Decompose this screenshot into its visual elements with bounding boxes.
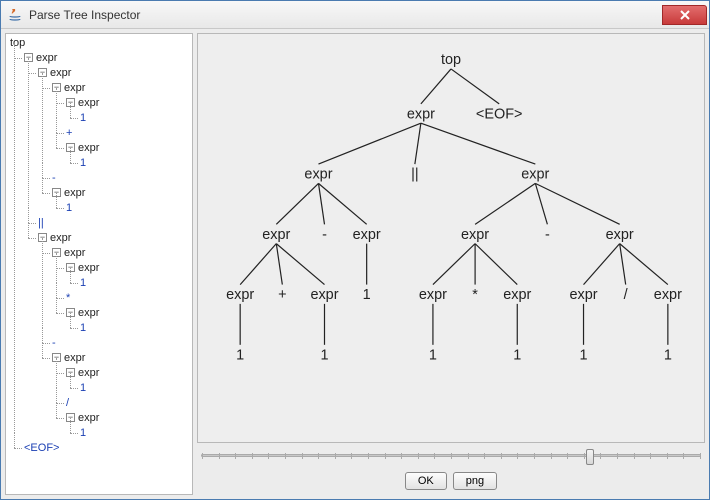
- tree-leaf[interactable]: -: [52, 336, 188, 351]
- tree-leaf[interactable]: +: [66, 126, 188, 141]
- svg-text:1: 1: [513, 347, 521, 363]
- svg-text:-: -: [545, 227, 550, 243]
- tree-node-expr[interactable]: −expr −expr 1 *: [52, 246, 188, 336]
- svg-text:expr: expr: [353, 227, 381, 243]
- tree-leaf[interactable]: 1: [80, 426, 188, 441]
- tree-leaf[interactable]: 1: [80, 156, 188, 171]
- tree-leaf[interactable]: *: [66, 291, 188, 306]
- tree-node-expr[interactable]: −expr 1: [66, 411, 188, 441]
- content-area: top −expr −expr −expr: [1, 29, 709, 499]
- svg-text:expr: expr: [310, 287, 338, 303]
- svg-text:expr: expr: [304, 167, 332, 183]
- tree-node-top[interactable]: top −expr −expr −expr: [10, 36, 188, 456]
- svg-text:expr: expr: [654, 287, 682, 303]
- svg-text:expr: expr: [419, 287, 447, 303]
- svg-text:expr: expr: [569, 287, 597, 303]
- tree-leaf[interactable]: 1: [80, 276, 188, 291]
- tree-node-expr[interactable]: −expr 1: [66, 306, 188, 336]
- parse-tree-inspector-window: Parse Tree Inspector top −expr −expr: [0, 0, 710, 500]
- tree-leaf[interactable]: 1: [80, 381, 188, 396]
- java-icon: [7, 7, 23, 23]
- tree-leaf-eof[interactable]: <EOF>: [24, 441, 188, 456]
- zoom-slider[interactable]: [201, 454, 701, 457]
- diagram-panel: top expr <EOF> expr || expr expr - expr expr - expr…: [197, 33, 705, 495]
- tree-view[interactable]: top −expr −expr −expr: [10, 36, 188, 456]
- tree-leaf[interactable]: /: [66, 396, 188, 411]
- svg-text:expr: expr: [407, 106, 435, 122]
- tree-leaf[interactable]: -: [52, 171, 188, 186]
- tree-node-expr[interactable]: −expr −expr −expr 1: [38, 231, 188, 441]
- svg-text:<EOF>: <EOF>: [476, 106, 523, 122]
- tree-node-expr[interactable]: −expr 1: [66, 141, 188, 171]
- svg-text:expr: expr: [521, 167, 549, 183]
- tree-node-expr[interactable]: −expr −expr 1 +: [52, 81, 188, 171]
- svg-text:1: 1: [580, 347, 588, 363]
- svg-text:1: 1: [429, 347, 437, 363]
- close-button[interactable]: [662, 5, 707, 25]
- window-title: Parse Tree Inspector: [29, 8, 662, 22]
- tree-node-label: top: [10, 37, 25, 49]
- svg-text:*: *: [472, 287, 478, 303]
- svg-text:1: 1: [363, 287, 371, 303]
- slider-thumb[interactable]: [586, 449, 594, 465]
- svg-text:expr: expr: [226, 287, 254, 303]
- tree-leaf[interactable]: 1: [66, 201, 188, 216]
- zoom-slider-row: [197, 443, 705, 467]
- svg-text:expr: expr: [503, 287, 531, 303]
- tree-panel[interactable]: top −expr −expr −expr: [5, 33, 193, 495]
- tree-node-expr[interactable]: −expr 1: [66, 96, 188, 126]
- ok-button[interactable]: OK: [405, 472, 447, 490]
- tree-node-expr[interactable]: −expr 1: [52, 186, 188, 216]
- tree-leaf[interactable]: 1: [80, 111, 188, 126]
- svg-text:top: top: [441, 52, 461, 68]
- svg-text:1: 1: [236, 347, 244, 363]
- svg-text:expr: expr: [461, 227, 489, 243]
- svg-text:1: 1: [320, 347, 328, 363]
- tree-node-expr[interactable]: −expr −expr −expr 1: [38, 66, 188, 216]
- svg-text:expr: expr: [606, 227, 634, 243]
- svg-text:1: 1: [664, 347, 672, 363]
- svg-text:expr: expr: [262, 227, 290, 243]
- parse-tree-canvas[interactable]: top expr <EOF> expr || expr expr - expr expr - expr…: [197, 33, 705, 443]
- svg-text:-: -: [322, 227, 327, 243]
- tree-leaf[interactable]: 1: [80, 321, 188, 336]
- tree-node-expr[interactable]: −expr −expr 1 /: [52, 351, 188, 441]
- close-icon: [679, 10, 691, 20]
- svg-text:+: +: [278, 287, 286, 303]
- tree-node-expr[interactable]: −expr −expr −expr: [24, 51, 188, 441]
- svg-text:/: /: [624, 287, 629, 303]
- png-button[interactable]: png: [453, 472, 497, 490]
- tree-node-expr[interactable]: −expr 1: [66, 366, 188, 396]
- parse-tree-svg: top expr <EOF> expr || expr expr - expr expr - expr…: [198, 34, 704, 442]
- svg-text:||: ||: [411, 167, 419, 183]
- tree-node-expr[interactable]: −expr 1: [66, 261, 188, 291]
- titlebar[interactable]: Parse Tree Inspector: [1, 1, 709, 29]
- slider-ticks: [202, 451, 700, 462]
- tree-leaf[interactable]: ||: [38, 216, 188, 231]
- button-row: OK png: [197, 467, 705, 495]
